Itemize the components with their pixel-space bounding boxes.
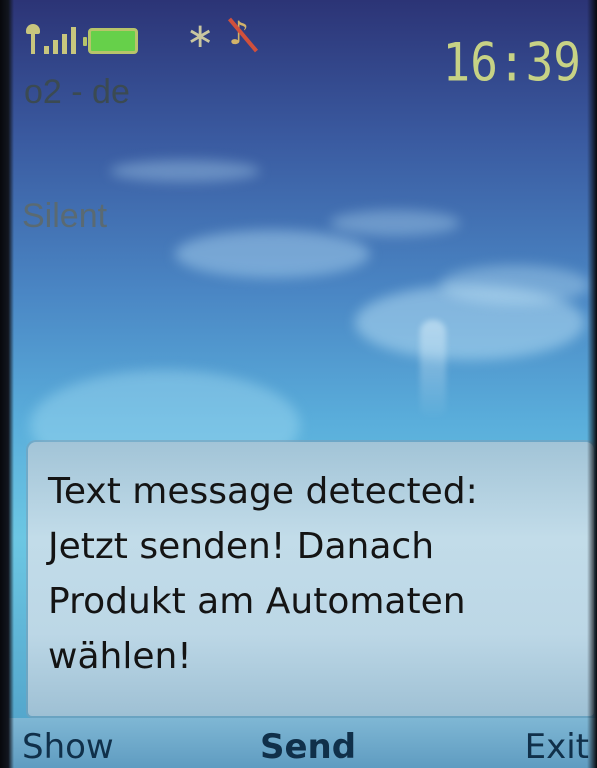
wallpaper-streak — [420, 320, 446, 420]
wallpaper-cloud — [175, 230, 370, 278]
exit-softkey[interactable]: Exit — [525, 724, 589, 768]
bezel-left — [0, 0, 14, 768]
clock: 16:39 — [442, 30, 581, 94]
antenna-icon — [26, 24, 40, 54]
battery-icon — [83, 28, 138, 54]
dialog-message: Text message detected: Jetzt senden! Dan… — [48, 471, 478, 677]
signal-strength-icon — [26, 18, 76, 54]
muted-note-icon: ♪ — [227, 16, 259, 54]
bezel-right — [587, 0, 597, 768]
send-softkey[interactable]: Send — [260, 724, 356, 768]
show-softkey[interactable]: Show — [22, 724, 114, 768]
phone-screen: ∗ ♪ 16:39 o2 - de Silent Text message de… — [0, 0, 597, 768]
signal-bar — [44, 46, 49, 54]
bluetooth-icon: ∗ — [186, 16, 215, 56]
operator-name: o2 - de — [24, 73, 130, 111]
softkey-bar: Show Send Exit — [0, 718, 597, 768]
active-profile: Silent — [22, 197, 108, 235]
message-dialog: Text message detected: Jetzt senden! Dan… — [28, 442, 594, 716]
wallpaper-cloud — [110, 160, 260, 182]
signal-bar — [53, 40, 58, 54]
wallpaper-cloud — [440, 265, 590, 305]
signal-bar — [71, 27, 76, 54]
status-bar: ∗ ♪ — [26, 14, 259, 54]
wallpaper-cloud — [330, 210, 460, 236]
signal-bar — [62, 34, 67, 54]
